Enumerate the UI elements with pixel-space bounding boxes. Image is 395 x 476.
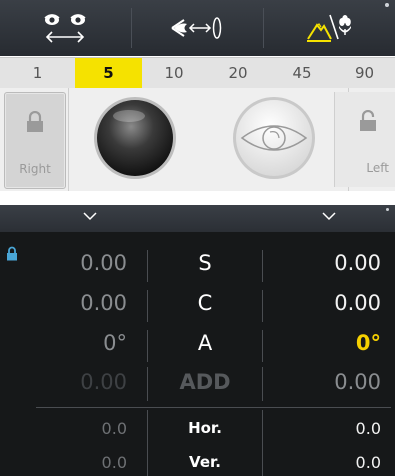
cylinder-label: C [197,291,213,315]
column-divider [262,330,263,362]
left-eye-label: Left [366,161,389,175]
right-eye-label: Right [19,162,51,176]
column-divider [262,367,263,401]
distance-option-selected[interactable]: 5 [75,58,142,88]
column-divider [262,250,263,282]
left-axis-value[interactable]: 0° [103,331,127,355]
chevron-down-icon[interactable] [83,211,97,221]
right-cylinder-value[interactable]: 0.00 [334,291,381,315]
right-sphere-value[interactable]: 0.00 [334,251,381,275]
horizontal-label: Hor. [188,419,222,437]
eye-lens-distance-icon [170,17,221,39]
unlock-icon [360,110,376,131]
refraction-panel: 0.00 S 0.00 0.00 C 0.00 0° A 0° 0.00 ADD… [0,205,395,476]
sphere-label: S [198,251,212,275]
near-far-vision-icon [306,14,351,42]
right-axis-value[interactable]: 0° [356,331,381,355]
panel-header [0,205,395,232]
near-far-button[interactable] [264,0,395,56]
occluded-lens-icon[interactable] [93,96,177,180]
open-eye-lens-icon[interactable] [232,96,316,180]
right-horizontal-value[interactable]: 0.0 [356,419,381,438]
distance-option[interactable]: 10 [142,58,206,88]
refractor-screen: 1 5 10 20 45 90 Right Left 0.00 S 0.00 0… [0,0,395,476]
status-dot [385,3,389,7]
distance-option[interactable]: 45 [270,58,334,88]
column-divider [262,410,263,476]
eye-distance-button[interactable] [132,0,263,56]
left-horizontal-value[interactable]: 0.0 [102,419,127,438]
left-add-value[interactable]: 0.00 [80,370,127,394]
top-toolbar [0,0,395,56]
left-vertical-value[interactable]: 0.0 [102,453,127,472]
distance-option[interactable]: 20 [206,58,270,88]
right-add-value[interactable]: 0.00 [334,370,381,394]
add-label: ADD [179,370,231,394]
distance-selector: 1 5 10 20 45 90 [0,57,395,89]
vertical-label: Ver. [189,453,221,471]
column-divider [262,290,263,322]
binocular-swap-icon [44,14,86,43]
section-divider [36,407,391,408]
section-gap [0,191,395,205]
left-eye-button[interactable]: Left [334,92,395,187]
distance-option[interactable]: 1 [0,58,75,88]
lens-panel: Right Left [0,88,395,191]
binocular-swap-button[interactable] [0,0,130,56]
axis-label: A [197,331,213,355]
status-dot [386,208,389,211]
lock-icon[interactable] [6,246,18,261]
lens-divider [68,88,69,191]
distance-option[interactable]: 90 [334,58,395,88]
lock-icon [27,111,43,132]
left-cylinder-value[interactable]: 0.00 [80,291,127,315]
left-sphere-value[interactable]: 0.00 [80,251,127,275]
right-eye-button[interactable]: Right [4,92,66,189]
right-vertical-value[interactable]: 0.0 [356,453,381,472]
chevron-down-icon[interactable] [322,211,336,221]
